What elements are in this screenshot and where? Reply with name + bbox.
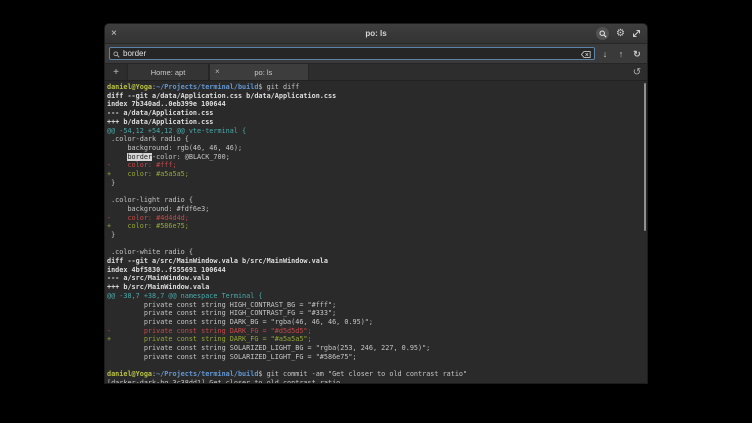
arrow-up-icon: ↑ [619,48,624,60]
search-icon [599,25,607,43]
new-tab-button[interactable]: + [105,64,127,80]
titlebar[interactable]: × po: ls ⚙ [105,24,647,44]
close-window-icon[interactable]: × [111,29,123,39]
terminal-text: daniel@Yoga:~/Projects/terminal/build$ g… [105,81,647,383]
scrollbar-thumb[interactable] [644,83,646,231]
history-button[interactable]: ↺ [627,64,647,80]
tab-home-apt[interactable]: Home: apt [127,64,209,80]
search-bar: border ↓ ↑ ↻ [105,44,647,64]
find-previous-button[interactable]: ↑ [615,48,627,60]
terminal-viewport[interactable]: daniel@Yoga:~/Projects/terminal/build$ g… [105,81,647,383]
gear-icon: ⚙ [616,28,625,39]
history-icon: ↺ [633,67,641,78]
search-field-icon [113,45,120,63]
tab-label: Home: apt [151,68,186,77]
cyclic-arrows-icon: ↻ [633,48,641,60]
plus-icon: + [113,67,119,78]
arrow-down-icon: ↓ [603,48,608,60]
search-button[interactable] [596,27,609,40]
window-title: po: ls [105,29,647,38]
tab-label: po: ls [224,68,303,77]
wrap-search-button[interactable]: ↻ [631,48,643,60]
settings-button[interactable]: ⚙ [616,29,625,39]
fullscreen-button[interactable] [632,29,641,38]
terminal-window: × po: ls ⚙ [105,24,647,383]
expand-icon [632,29,641,38]
search-query-text: border [123,49,578,59]
tab-bar: + Home: apt × po: ls ↺ [105,64,647,81]
tab-bar-spacer [309,64,627,80]
tab-po-ls[interactable]: × po: ls [209,64,309,80]
close-tab-icon[interactable]: × [215,68,220,76]
search-input[interactable]: border [109,47,595,60]
find-next-button[interactable]: ↓ [599,48,611,60]
clear-search-icon[interactable] [581,45,591,63]
